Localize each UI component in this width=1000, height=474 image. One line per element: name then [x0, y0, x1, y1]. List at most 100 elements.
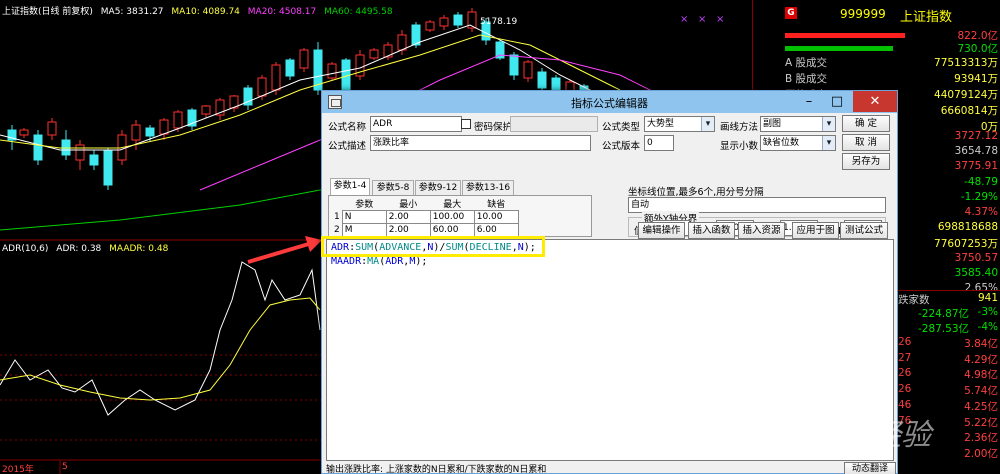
turnover-value: 77513313万: [934, 57, 998, 69]
password-label: 密码保护: [474, 122, 513, 133]
tab-params-1-4[interactable]: 参数1-4: [330, 178, 370, 195]
rise-fall-row: 跌家数 941: [898, 292, 998, 306]
fund-flow-value: -224.87亿: [918, 308, 970, 320]
version-input[interactable]: 0: [644, 135, 674, 151]
insert-function-button[interactable]: 插入函数: [688, 222, 735, 239]
index-value: 698818688: [937, 221, 998, 234]
param-min-input[interactable]: 2.00: [385, 223, 431, 237]
ma20-value: MA20: 4508.17: [247, 7, 317, 17]
formula-type-select[interactable]: 大势型: [644, 116, 715, 132]
header-spacer: [332, 197, 342, 211]
turnover-row: B 股成交 93941万: [785, 71, 1000, 85]
main-legend: 上证指数(日线 前复权) MA5: 3831.27 MA10: 4089.74 …: [2, 4, 398, 17]
list-value: 5.22亿: [964, 416, 998, 429]
param-max-input[interactable]: 100.00: [429, 210, 475, 224]
watermark-url: jingyan.baidu.com: [773, 446, 893, 461]
ma60-value: MA60: 4495.58: [324, 7, 393, 17]
candle-body: [383, 44, 393, 58]
list-item: 26 4.98亿: [898, 367, 1000, 381]
turnover-label: A 股成交: [785, 57, 828, 69]
test-formula-button[interactable]: 测试公式: [840, 222, 888, 239]
candle-body: [173, 111, 183, 129]
param-index: 1: [334, 212, 340, 222]
list-value: 2.36亿: [964, 432, 998, 445]
list-item: 26 5.74亿: [898, 383, 1000, 397]
candle-body: [425, 21, 435, 31]
candle-body: [89, 154, 99, 166]
axis-position-label: 坐标线位置,最多6个,用分号分隔: [628, 187, 764, 198]
turnover-value: 93941万: [954, 73, 998, 85]
list-num: 27: [898, 351, 912, 364]
arrow-line: [247, 241, 313, 264]
formula-name-input[interactable]: ADR: [370, 116, 462, 132]
titlebar[interactable]: 指标公式编辑器 – □ ✕: [322, 91, 897, 113]
close-icon[interactable]: ✕: [853, 91, 897, 112]
candle-body: [271, 64, 281, 91]
list-num: 26: [898, 336, 912, 348]
candle-body: [19, 129, 29, 136]
tab-params-9-12[interactable]: 参数9-12: [415, 180, 461, 195]
params-header: 最大: [443, 200, 462, 210]
ma10-value: MA10: 4089.74: [171, 7, 240, 17]
list-value: 4.25亿: [964, 400, 998, 413]
list-num: 26: [898, 383, 912, 396]
turnover-value: 44079124万: [934, 89, 998, 101]
status-text: 输出涨跌比率: 上涨家数的N日累和/下跌家数的N日累和: [326, 465, 547, 474]
axis-year: 2015年: [2, 465, 34, 474]
decimals-select[interactable]: 缺省位数: [760, 135, 836, 151]
chart-title: 上证指数(日线 前复权): [2, 7, 93, 17]
param-min-input[interactable]: 2.00: [385, 210, 431, 224]
sell-amount: 730.0亿: [957, 43, 998, 55]
param-name-input[interactable]: N: [341, 210, 387, 224]
formula-name-label: 公式名称: [328, 122, 367, 133]
index-value: 77607253万: [934, 238, 998, 251]
param-default-input[interactable]: 10.00: [473, 210, 519, 224]
tab-params-13-16[interactable]: 参数13-16: [462, 180, 514, 195]
maadr-line: [0, 297, 321, 401]
tab-params-5-8[interactable]: 参数5-8: [372, 180, 414, 195]
formula-type-label: 公式类型: [602, 122, 641, 133]
adr-line: [0, 261, 321, 416]
list-num: 46: [898, 398, 912, 411]
param-max-input[interactable]: 60.00: [429, 223, 475, 237]
index-value: 3585.40: [954, 266, 998, 279]
quote-header: G 999999 上证指数: [785, 4, 1000, 25]
candle-body: [397, 34, 407, 51]
marker-x: ×: [716, 14, 724, 25]
password-checkbox[interactable]: [461, 119, 471, 129]
minimize-icon[interactable]: –: [795, 91, 823, 112]
index-value: -48.79: [964, 175, 998, 188]
turnover-value: 6660814万: [940, 105, 998, 117]
edit-operation-button[interactable]: 编辑操作: [638, 222, 685, 239]
params-header: 最小: [399, 200, 418, 210]
draw-method-select[interactable]: 副图: [760, 116, 836, 132]
ma5-value: MA5: 3831.27: [100, 7, 164, 17]
peak-label: 5178.19: [480, 17, 518, 27]
insert-resource-button[interactable]: 插入资源: [738, 222, 785, 239]
params-header-row: 参数 最小 最大 缺省: [332, 197, 518, 211]
dynamic-translate-button[interactable]: 动态翻译: [844, 462, 896, 474]
confirm-button[interactable]: 确 定: [842, 115, 890, 132]
candle-body: [439, 17, 449, 27]
param-name-input[interactable]: M: [341, 223, 387, 237]
candle-body: [537, 71, 547, 89]
candle-body: [327, 63, 337, 79]
marker-x: ×: [680, 14, 688, 25]
list-value: 3.84亿: [964, 338, 998, 350]
candle-body: [75, 144, 85, 161]
cancel-button[interactable]: 取 消: [842, 134, 890, 151]
candle-body: [131, 124, 141, 141]
password-input: [510, 116, 598, 132]
code-line-2: MAADR:MA(ADR,M);: [331, 256, 428, 267]
candle-body: [369, 49, 379, 59]
param-default-input[interactable]: 6.00: [473, 223, 519, 237]
stock-code: 999999: [840, 7, 886, 21]
index-value: 3654.78: [954, 145, 998, 158]
formula-desc-input[interactable]: 涨跌比率: [370, 135, 591, 151]
save-as-button[interactable]: 另存为: [842, 153, 890, 170]
version-label: 公式版本: [602, 141, 641, 152]
candle-body: [47, 121, 57, 136]
maximize-icon[interactable]: □: [823, 91, 851, 112]
arrow-head: [305, 236, 322, 252]
apply-to-chart-button[interactable]: 应用于图: [792, 222, 839, 239]
